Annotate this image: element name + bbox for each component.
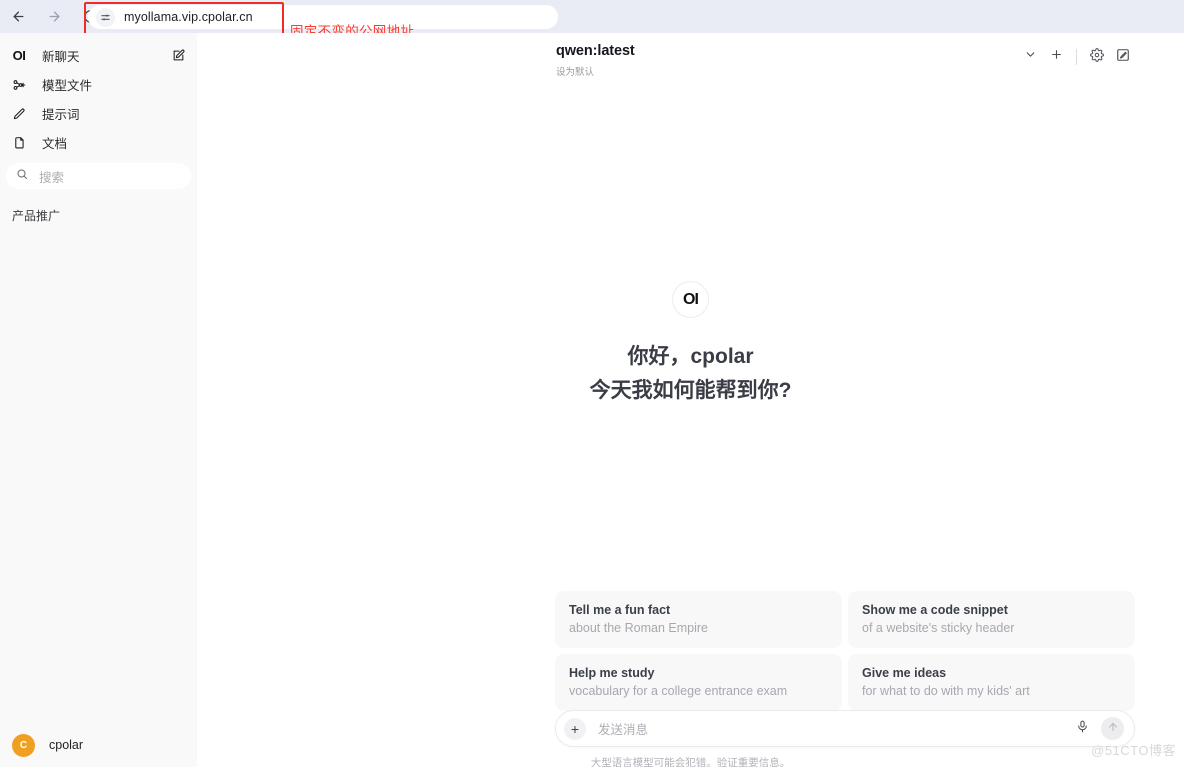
settings-gear-icon: [1090, 47, 1104, 67]
suggestion-title: Give me ideas: [862, 666, 947, 680]
microphone-icon: [1076, 720, 1089, 738]
sidebar-nav: OI 新聊天 模型文件 提示词 文档: [0, 33, 197, 157]
sidebar-item-new-chat[interactable]: OI 新聊天: [0, 41, 197, 70]
suggestion-subtitle: vocabulary for a college entrance exam: [569, 684, 788, 698]
add-model-button[interactable]: [1043, 44, 1069, 70]
suggestion-card[interactable]: Help me study vocabulary for a college e…: [555, 654, 842, 711]
settings-button[interactable]: [1084, 44, 1110, 70]
chevron-down-icon: [1024, 48, 1037, 66]
tune-sliders-icon[interactable]: [96, 7, 115, 27]
search-placeholder: 搜索: [39, 170, 65, 185]
sidebar-item-prompts[interactable]: 提示词: [0, 99, 197, 128]
suggestion-title: Help me study: [569, 666, 655, 680]
greeting-logo-text: OI: [683, 290, 699, 308]
address-bar-url: myollama.vip.cpolar.cn: [124, 10, 253, 24]
documents-icon: [10, 136, 28, 150]
suggestion-card[interactable]: Tell me a fun fact about the Roman Empir…: [555, 591, 842, 648]
chat-header-actions: [1017, 44, 1136, 70]
greeting-block: OI 你好，cpolar 今天我如何能帮到你?: [197, 281, 1184, 404]
new-chat-button[interactable]: [1110, 44, 1136, 70]
sidebar-user-profile[interactable]: C cpolar: [0, 723, 197, 767]
suggestion-card[interactable]: Show me a code snippet of a website's st…: [848, 591, 1135, 648]
model-selector-button[interactable]: [1017, 44, 1043, 70]
attach-plus-button[interactable]: +: [564, 717, 586, 740]
model-disclaimer: 大型语言模型可能会犯错。验证重要信息。: [590, 757, 791, 767]
back-button[interactable]: [7, 6, 29, 28]
greeting-line-1: 你好，cpolar: [627, 345, 754, 368]
model-name[interactable]: qwen:latest: [556, 43, 635, 59]
forward-button[interactable]: [43, 6, 65, 28]
suggestion-title: Tell me a fun fact: [569, 603, 671, 617]
suggestion-cards: Tell me a fun fact about the Roman Empir…: [555, 591, 1135, 711]
pencil-icon: [10, 107, 28, 121]
back-arrow-icon: [11, 9, 26, 24]
send-arrow-up-icon: [1107, 720, 1119, 738]
user-name: cpolar: [49, 738, 84, 752]
suggestion-title: Show me a code snippet: [862, 603, 1008, 617]
chat-header: qwen:latest 设为默认: [197, 33, 1184, 81]
suggestion-subtitle: of a website's sticky header: [862, 621, 1015, 635]
plus-icon: [1050, 48, 1063, 66]
header-divider: [1076, 49, 1077, 65]
suggestion-subtitle: about the Roman Empire: [569, 621, 708, 635]
new-chat-edit-icon[interactable]: [169, 49, 187, 62]
browser-chrome: myollama.vip.cpolar.cn: [0, 0, 1184, 42]
message-input-placeholder[interactable]: 发送消息: [598, 719, 1071, 738]
sidebar: OI 新聊天 模型文件 提示词 文档 搜索 产品推广 C cpolar: [0, 33, 197, 767]
avatar: C: [12, 733, 35, 757]
search-icon: [16, 167, 28, 185]
sidebar-item-label: 提示词: [42, 108, 80, 122]
sidebar-search-container: 搜索: [0, 157, 197, 189]
sidebar-section-label: 产品推广: [12, 209, 61, 223]
sidebar-item-documents[interactable]: 文档: [0, 128, 197, 157]
edit-square-icon: [1116, 48, 1130, 67]
microphone-button[interactable]: [1071, 718, 1093, 740]
forward-arrow-icon: [47, 9, 62, 24]
chat-main: qwen:latest 设为默认 OI 你好，cpolar 今天我如何能帮到你?…: [197, 33, 1184, 767]
set-default-label[interactable]: 设为默认: [556, 64, 594, 78]
sidebar-item-label: 模型文件: [42, 79, 93, 93]
sidebar-item-label: 文档: [42, 137, 68, 151]
search-input[interactable]: 搜索: [6, 163, 191, 189]
open-webui-logo-icon: OI: [10, 48, 28, 63]
modelfiles-node-icon: [10, 78, 28, 92]
sidebar-item-modelfiles[interactable]: 模型文件: [0, 70, 197, 99]
greeting-line-2: 今天我如何能帮到你?: [589, 379, 792, 402]
browser-nav-buttons: [0, 0, 101, 33]
message-composer[interactable]: + 发送消息: [555, 710, 1135, 747]
sidebar-logo-text: OI: [12, 48, 26, 63]
suggestion-card[interactable]: Give me ideas for what to do with my kid…: [848, 654, 1135, 711]
send-button[interactable]: [1101, 717, 1124, 740]
sidebar-item-label: 新聊天: [42, 50, 80, 64]
open-webui-logo-icon: OI: [672, 281, 709, 318]
suggestion-subtitle: for what to do with my kids' art: [862, 684, 1030, 698]
